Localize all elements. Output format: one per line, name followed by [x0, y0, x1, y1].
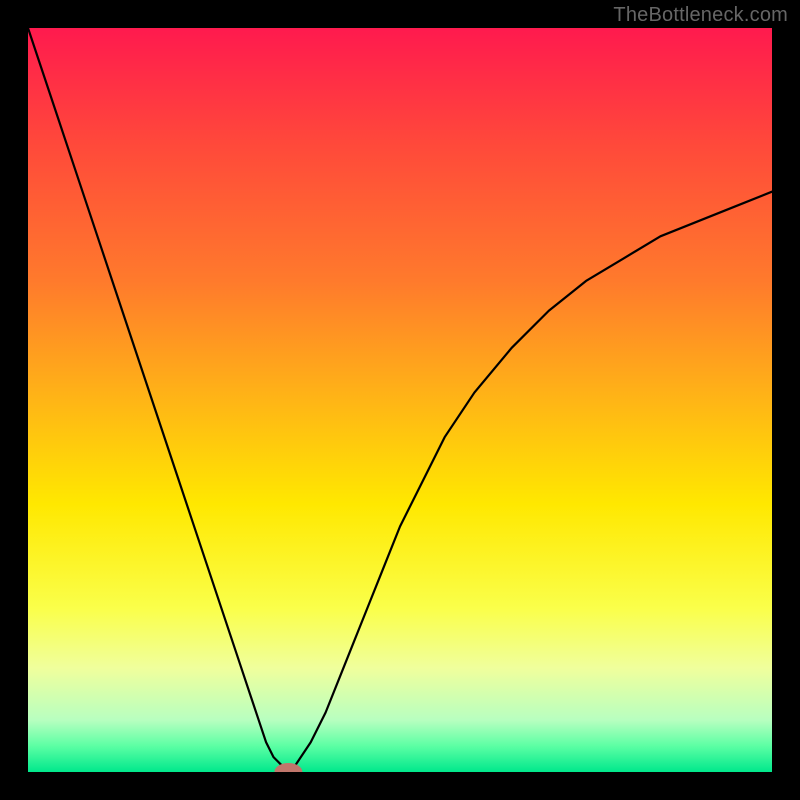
plot-area: [28, 28, 772, 772]
gradient-background: [28, 28, 772, 772]
chart-frame: TheBottleneck.com: [0, 0, 800, 800]
chart-svg: [28, 28, 772, 772]
watermark-text: TheBottleneck.com: [613, 4, 788, 27]
